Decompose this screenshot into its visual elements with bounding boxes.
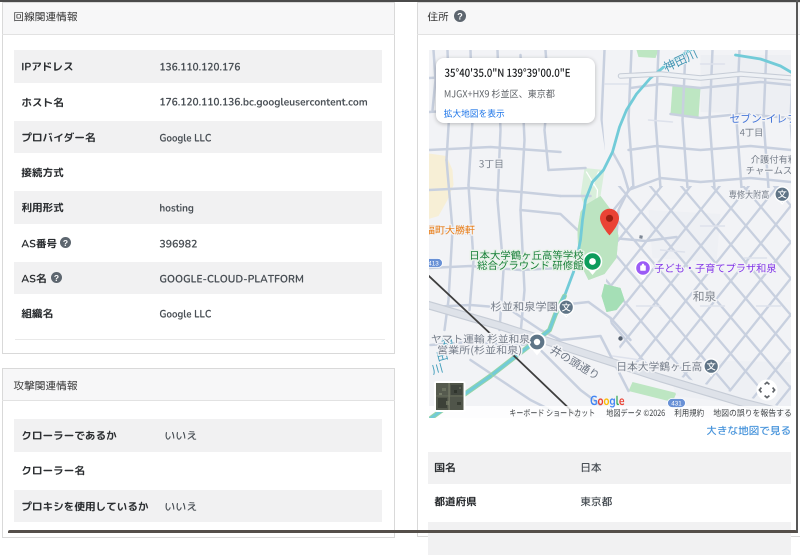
svg-text:?: ? xyxy=(53,273,58,283)
svg-text:413: 413 xyxy=(429,260,439,267)
svg-text:?: ? xyxy=(457,12,463,22)
svg-text:?: ? xyxy=(63,237,68,247)
